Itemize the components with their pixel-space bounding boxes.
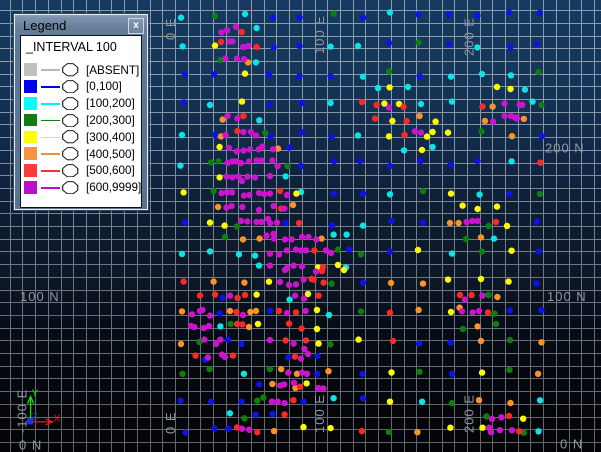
svg-text:100 E: 100 E [312,394,327,433]
svg-text:0 E: 0 E [163,411,178,434]
svg-text:200 E: 200 E [462,17,477,56]
svg-text:0 E: 0 E [163,17,178,40]
svg-text:Y: Y [32,389,39,400]
svg-text:100 N: 100 N [547,289,587,304]
svg-text:100 N: 100 N [20,289,60,304]
svg-text:0 N: 0 N [19,438,42,452]
svg-text:200 N: 200 N [545,141,585,156]
svg-text:100 E: 100 E [312,15,327,54]
svg-text:-100 E: -100 E [14,389,29,433]
svg-text:X: X [54,414,61,425]
svg-text:0 N: 0 N [560,437,583,452]
svg-text:200 E: 200 E [462,394,477,433]
